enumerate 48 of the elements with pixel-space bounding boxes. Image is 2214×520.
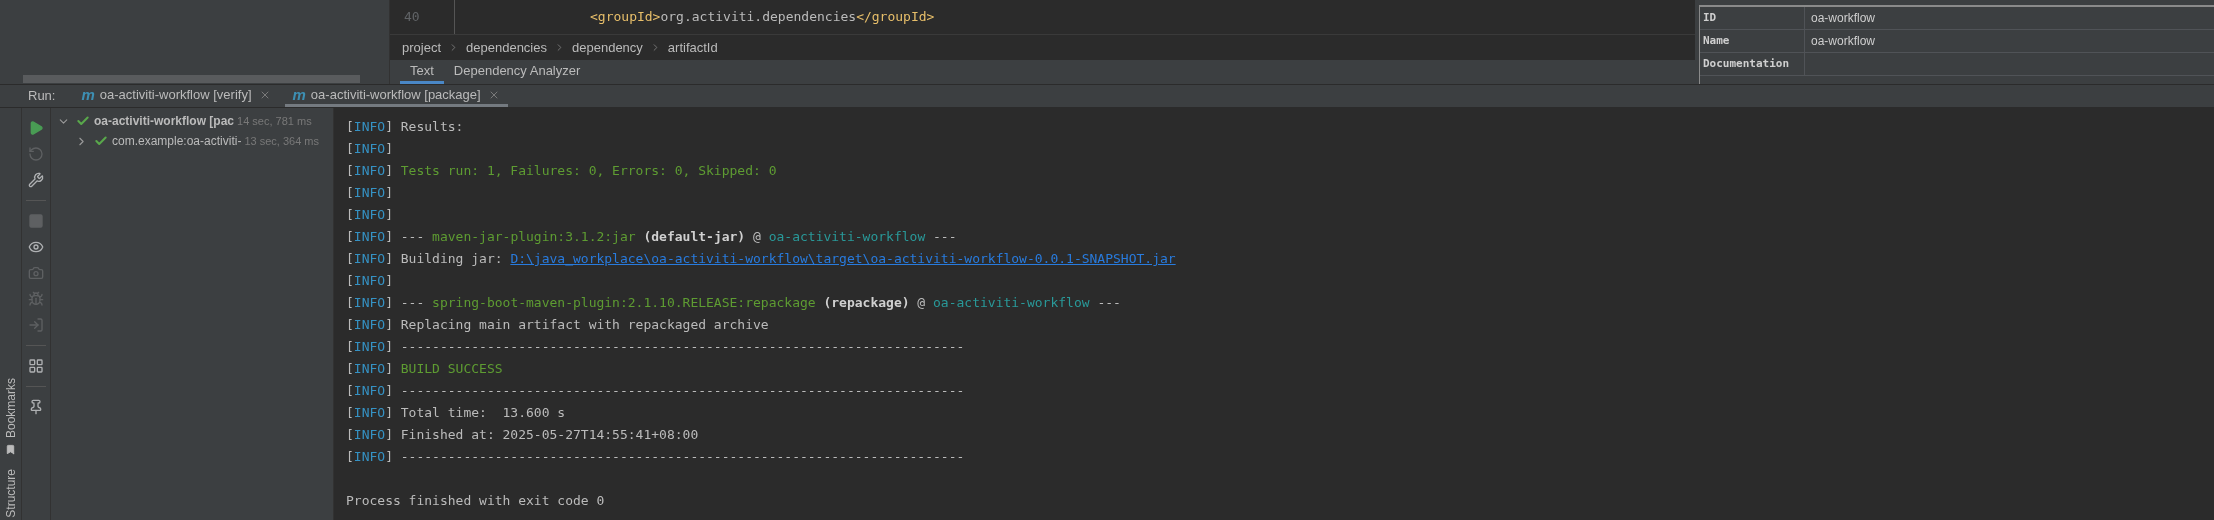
maven-icon: m	[81, 87, 95, 102]
log-line: [INFO] Total time: 13.600 s	[346, 404, 566, 422]
layout-icon[interactable]	[28, 358, 44, 374]
log-line: [INFO] Results:	[346, 118, 464, 136]
property-label: Name	[1700, 30, 1805, 52]
log-line: [INFO]	[346, 140, 393, 158]
log-line: [INFO] Replacing main artifact with repackaged archive	[346, 316, 769, 334]
log-line: [INFO]	[346, 206, 393, 224]
log-line: [INFO] BUILD SUCCESS	[346, 360, 503, 378]
eye-icon[interactable]	[28, 239, 44, 255]
duration-label: 13 sec, 364 ms	[244, 133, 319, 149]
tab-label: oa-activiti-workflow [package]	[310, 85, 481, 104]
wrench-icon[interactable]	[28, 172, 44, 188]
property-label: Documentation	[1700, 53, 1805, 75]
file-link[interactable]: D:\java_workplace\oa-activiti-workflow\target\oa-activiti-workflow-0.0.1-SNAPSHOT.jar	[510, 251, 1176, 266]
log-line: [INFO] ------------------------------------------------------------------------	[346, 338, 965, 356]
side-tab[interactable]: Bookmarks	[1, 378, 20, 439]
bookmark-icon	[5, 444, 16, 456]
exit-message: Process finished with exit code 0	[346, 492, 605, 510]
tree-item[interactable]: com.example:oa-activiti-	[112, 132, 242, 150]
log-line: [INFO] --- spring-boot-maven-plugin:2.1.10.RELEASE:repackage (repackage) @ oa-activiti-workflow ---	[346, 294, 1121, 312]
line-number: 40	[404, 8, 420, 27]
log-line: [INFO] Finished at: 2025-05-27T14:55:41+08:00	[346, 426, 699, 444]
editor-tab[interactable]: Dependency Analyzer	[443, 60, 591, 84]
breadcrumb[interactable]: dependency	[572, 37, 643, 58]
tree-item[interactable]: oa-activiti-workflow [pac	[94, 112, 235, 130]
log-line: [INFO]	[346, 272, 393, 290]
log-line: [INFO] Building jar: D:\java_workplace\oa-activiti-workflow\target\oa-activiti-workflow-0.0.1-SNAPSHOT.jar	[346, 250, 1176, 268]
log-line: [INFO] Tests run: 1, Failures: 0, Errors: 0, Skipped: 0	[346, 162, 777, 180]
log-line: [INFO] --- maven-jar-plugin:3.1.2:jar (default-jar) @ oa-activiti-workflow ---	[346, 228, 957, 246]
scrollbar[interactable]	[23, 75, 360, 83]
breadcrumb[interactable]: project	[402, 37, 442, 58]
maven-icon: m	[292, 87, 306, 102]
tab-label: oa-activiti-workflow [verify]	[99, 85, 252, 104]
property-value[interactable]: oa-workflow	[1805, 7, 1882, 29]
code-line: <groupId>org.activiti.dependencies</groupId>	[590, 8, 935, 27]
pin-icon[interactable]	[28, 399, 44, 415]
log-line: [INFO]	[346, 184, 393, 202]
property-label: ID	[1700, 7, 1805, 29]
run-tab[interactable]: m oa-activiti-workflow [verify]	[73, 85, 279, 107]
run-icon[interactable]	[28, 120, 44, 136]
side-tab[interactable]: Structure	[1, 469, 20, 518]
log-line: [INFO] ------------------------------------------------------------------------	[346, 382, 965, 400]
property-value[interactable]: oa-workflow	[1805, 30, 1882, 52]
run-label: Run:	[28, 87, 56, 106]
breadcrumb[interactable]: artifactId	[667, 37, 718, 58]
breadcrumb[interactable]: dependencies	[466, 37, 547, 58]
log-line: [INFO] ------------------------------------------------------------------------	[346, 448, 965, 466]
